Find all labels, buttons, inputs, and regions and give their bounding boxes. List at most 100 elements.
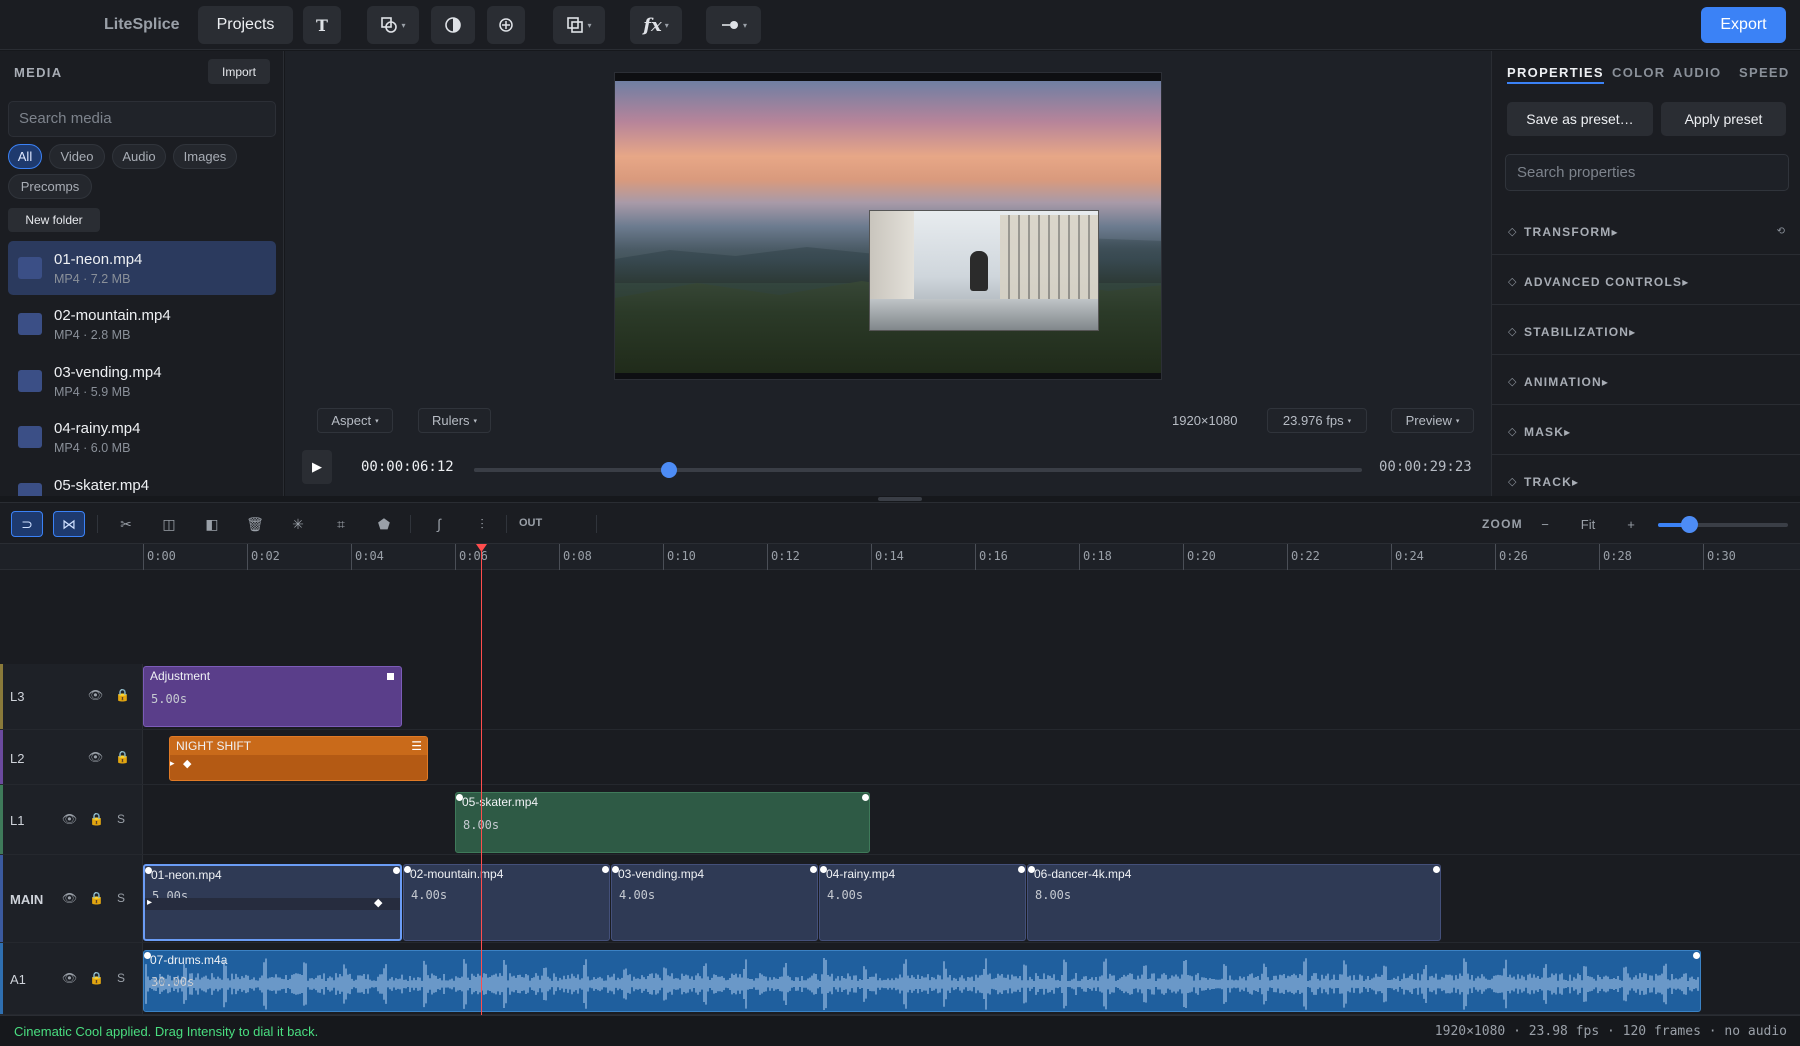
split-button[interactable]: ◫ [154,511,184,537]
delete-button[interactable]: 🗑 [240,511,270,537]
main-clip[interactable]: 01-neon.mp4 5.00s ▸ ◆ [143,864,402,941]
aspect-dropdown[interactable]: Aspect ▾ [317,408,393,433]
zoom-in-button[interactable]: + [1619,512,1643,536]
add-element-button[interactable] [487,6,525,44]
media-item[interactable]: 03-vending.mp4 MP4 · 5.9 MB [8,354,276,408]
keyframe-diamond-icon[interactable]: ▸ [147,897,152,908]
timeline-ruler[interactable]: 0:00 0:02 0:04 0:06 0:08 0:10 0:12 0:14 0:16 0:18… [143,544,1800,570]
eye-icon[interactable]: 👁 [62,891,77,905]
lock-icon[interactable]: 🔒 [89,891,104,905]
preview-canvas[interactable] [614,72,1162,380]
main-clip[interactable]: 06-dancer-4k.mp4 8.00s [1027,864,1441,941]
scrubber-handle[interactable] [661,462,678,478]
toggle-button[interactable]: ▾ [706,6,761,44]
section-mask[interactable]: ◇ MASK▸ [1492,405,1800,455]
keyframe-diamond-icon[interactable]: ◆ [183,757,191,770]
section-advanced-controls[interactable]: ◇ ADVANCED CONTROLS▸ [1492,255,1800,305]
shape-tool-button[interactable]: ▾ [367,6,419,44]
main-clip[interactable]: 02-mountain.mp4 4.00s [403,864,610,941]
projects-button[interactable]: Projects [198,6,293,44]
contrast-button[interactable] [431,6,475,44]
clip-trim-handle-right[interactable] [393,867,400,874]
properties-search-input[interactable]: Search properties [1505,154,1789,191]
solo-button[interactable]: S [117,891,125,905]
tab-color[interactable]: COLOR [1612,65,1665,80]
tab-speed[interactable]: SPEED [1739,65,1790,80]
marker-button[interactable]: ⬟ [369,511,399,537]
media-item[interactable]: 04-rainy.mp4 MP4 · 6.0 MB [8,410,276,464]
export-button[interactable]: Export [1701,7,1786,43]
media-search-input[interactable]: Search media [8,101,276,137]
new-folder-button[interactable]: New folder [8,208,100,232]
eye-icon[interactable]: 👁 [62,971,77,985]
solo-button[interactable]: S [117,971,125,985]
tab-properties[interactable]: PROPERTIES [1507,65,1604,84]
solo-button[interactable]: S [117,812,125,826]
panel-resize-handle[interactable] [878,497,922,501]
text-tool-button[interactable]: T [303,6,341,44]
lock-icon[interactable]: 🔒 [89,971,104,985]
fps-dropdown[interactable]: 23.976 fps ▾ [1267,408,1367,433]
zoom-out-button[interactable]: − [1533,512,1557,536]
save-preset-button[interactable]: Save as preset… [1507,102,1653,136]
curve-button[interactable]: ∫ [424,511,454,537]
audio-clip[interactable]: 07-drums.m4a 30.00s [143,950,1701,1012]
clip-trim-handle-right[interactable] [810,866,817,873]
apply-preset-button[interactable]: Apply preset [1661,102,1786,136]
preview-dropdown[interactable]: Preview ▾ [1391,408,1474,433]
night-shift-clip[interactable]: NIGHT SHIFT ☰ ◆ ▸ [169,736,428,781]
adjustment-clip[interactable]: Adjustment 5.00s [143,666,402,727]
reset-icon[interactable]: ⟲ [1777,226,1785,237]
filter-chip-all[interactable]: All [8,144,42,169]
lock-icon[interactable]: 🔒 [115,750,130,764]
section-animation[interactable]: ◇ ANIMATION▸ [1492,355,1800,405]
filter-chip-images[interactable]: Images [173,144,237,169]
playhead-line[interactable] [481,545,482,1015]
keyframe-diamond-icon[interactable]: ◆ [374,896,382,909]
tab-audio[interactable]: AUDIO [1673,65,1721,80]
picture-in-picture-overlay[interactable] [869,210,1099,331]
section-transform[interactable]: ◇ TRANSFORM▸ ⟲ [1492,205,1800,255]
rulers-dropdown[interactable]: Rulers ▾ [418,408,491,433]
freeze-button[interactable]: ✳ [283,511,313,537]
play-button[interactable]: ▶ [302,450,332,484]
audio-wave-button[interactable]: ⫶ [467,511,497,537]
effects-button[interactable]: fx ▾ [630,6,682,44]
section-title: STABILIZATION▸ [1524,325,1637,339]
skater-clip[interactable]: 05-skater.mp4 8.00s [455,792,870,853]
crop-button[interactable]: ⌗ [326,511,356,537]
clip-trim-handle-right[interactable] [862,794,869,801]
main-clip[interactable]: 03-vending.mp4 4.00s [611,864,818,941]
media-item[interactable]: 02-mountain.mp4 MP4 · 2.8 MB [8,297,276,351]
media-item[interactable]: 05-skater.mp4 [8,467,276,496]
clip-trim-handle-right[interactable] [602,866,609,873]
section-stabilization[interactable]: ◇ STABILIZATION▸ [1492,305,1800,355]
playback-scrubber[interactable] [474,462,1362,478]
snap-toggle-button[interactable]: ⋈ [53,511,85,537]
main-clip[interactable]: 04-rainy.mp4 4.00s [819,864,1026,941]
zoom-slider[interactable] [1658,516,1788,533]
section-track[interactable]: ◇ TRACK▸ [1492,455,1800,496]
eye-icon[interactable]: 👁 [62,812,77,826]
filter-chip-audio[interactable]: Audio [112,144,166,169]
menu-icon[interactable]: ☰ [411,739,422,753]
ripple-toggle-button[interactable]: ⊃ [11,511,43,537]
out-point-label[interactable]: OUT [519,517,542,529]
zoom-slider-handle[interactable] [1681,516,1699,533]
trim-button[interactable]: ◧ [197,511,227,537]
eye-icon[interactable]: 👁 [88,750,103,764]
lock-icon[interactable]: 🔒 [89,812,104,826]
lock-icon[interactable]: 🔒 [115,688,130,702]
clip-trim-handle-right[interactable] [1693,952,1700,959]
filter-chip-precomps[interactable]: Precomps [8,174,92,199]
zoom-fit-button[interactable]: Fit [1571,512,1605,536]
filter-chip-video[interactable]: Video [49,144,105,169]
overlay-button[interactable]: ▾ [553,6,605,44]
clip-trim-handle-right[interactable] [1433,866,1440,873]
media-item[interactable]: 01-neon.mp4 MP4 · 7.2 MB [8,241,276,295]
pip-skater [970,251,988,291]
cut-button[interactable]: ✂ [111,511,141,537]
clip-trim-handle-right[interactable] [1018,866,1025,873]
eye-icon[interactable]: 👁 [88,688,103,702]
import-button[interactable]: Import [208,59,270,84]
